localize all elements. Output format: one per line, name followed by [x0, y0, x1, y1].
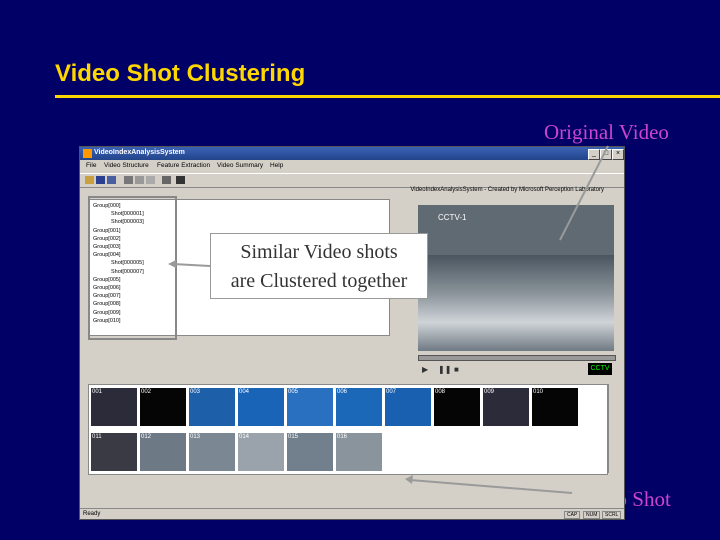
original-video-arrow	[559, 145, 609, 241]
cluster-arrow	[172, 263, 211, 267]
video-shot-arrow	[409, 479, 573, 494]
callout-arrows	[168, 145, 609, 494]
cluster-arrowhead	[168, 260, 176, 268]
video-shot-arrowhead	[405, 475, 413, 484]
